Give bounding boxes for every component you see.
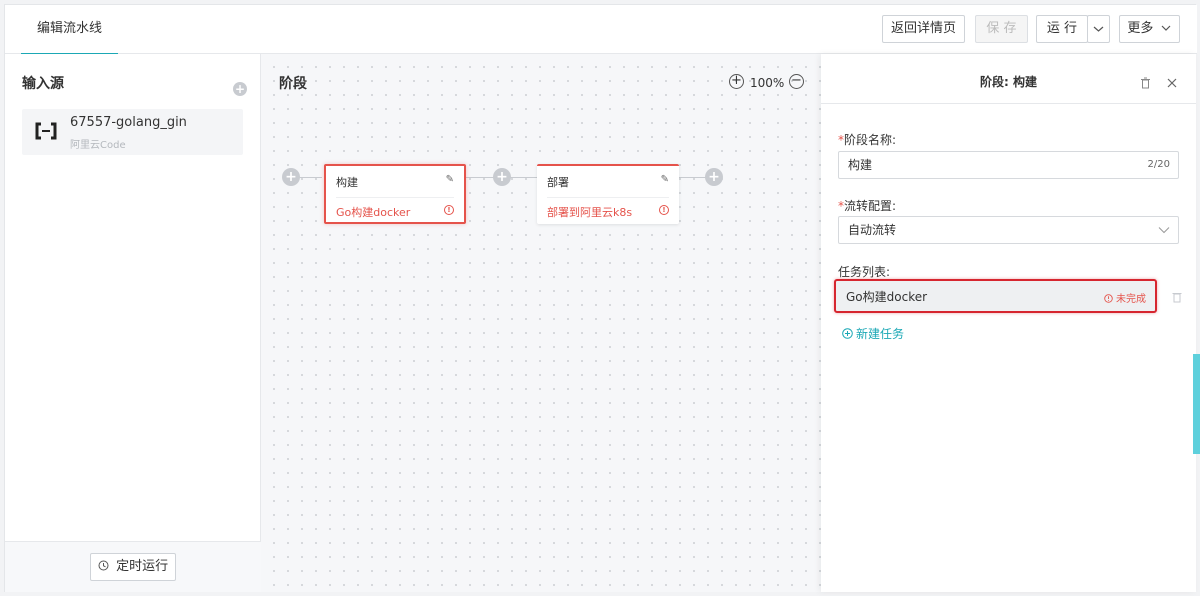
left-panel-footer: 定时运行 [5,541,261,592]
add-stage-icon[interactable]: + [282,168,300,186]
warning-icon: ! [659,205,669,215]
add-circle-icon [842,328,853,339]
task-status: 未完成 [1104,290,1146,305]
source-name: 67557-golang_gin [70,115,187,130]
trash-icon[interactable] [1140,77,1151,89]
edit-icon[interactable]: ✎ [446,174,454,185]
zoom-level: 100% [750,76,785,90]
chevron-down-icon [1158,227,1170,234]
stage-config-panel: 阶段: 构建 *阶段名称: 构建 2/20 *流转配置: 自动流转 任务列表: … [821,54,1196,592]
schedule-run-button[interactable]: 定时运行 [90,553,176,581]
stage-card-build[interactable]: 构建 ✎ Go构建docker ! [324,164,466,224]
schedule-run-label: 定时运行 [116,559,169,574]
add-stage-icon[interactable]: + [705,168,723,186]
source-provider: 阿里云Code [70,140,126,151]
warning-icon [1104,294,1113,303]
chevron-down-icon [1093,26,1104,32]
new-task-label: 新建任务 [856,327,905,341]
zoom-out-icon[interactable]: − [789,74,804,89]
stages-canvas[interactable]: 阶段 + 100% − + + + 构建 ✎ Go构建docker ! 部署 ✎… [261,54,821,592]
more-button[interactable]: 更多 [1119,15,1180,43]
warning-icon: ! [444,205,454,215]
chevron-down-icon [1161,25,1171,31]
edit-icon[interactable]: ✎ [661,174,669,185]
stage-task[interactable]: Go构建docker [336,204,410,220]
input-sources-title: 输入源 [22,76,64,92]
flow-config-value: 自动流转 [848,223,897,237]
stages-title: 阶段 [279,76,307,92]
close-icon[interactable] [1167,78,1177,88]
new-task-button[interactable]: 新建任务 [842,325,904,342]
stage-task[interactable]: 部署到阿里云k8s [547,204,632,220]
panel-header: 阶段: 构建 [821,54,1196,104]
aliyun-logo-icon [35,122,57,140]
back-to-details-button[interactable]: 返回详情页 [882,15,965,43]
task-name: Go构建docker [846,290,928,304]
delete-task-icon[interactable] [1172,291,1182,303]
run-options-dropdown[interactable] [1087,15,1110,43]
char-count: 2/20 [1147,159,1170,170]
add-stage-icon[interactable]: + [493,168,511,186]
connector-line [675,177,706,178]
flow-config-select[interactable]: 自动流转 [838,216,1179,244]
stage-name: 部署 [547,176,569,189]
stage-name-value: 构建 [848,158,873,172]
run-button[interactable]: 运 行 [1036,15,1088,43]
side-feedback-tab[interactable] [1193,354,1200,454]
stage-card-deploy[interactable]: 部署 ✎ 部署到阿里云k8s ! [537,164,679,224]
stage-name-field[interactable]: 构建 2/20 [838,151,1179,179]
source-card[interactable]: 67557-golang_gin 阿里云Code [22,109,243,155]
stage-name: 构建 [336,176,358,189]
input-sources-panel: 输入源 + 67557-golang_gin 阿里云Code 定时运行 [5,54,261,592]
task-item[interactable]: Go构建docker 未完成 [834,279,1157,313]
top-bar: 编辑流水线 返回详情页 保 存 运 行 更多 [5,5,1197,55]
save-button[interactable]: 保 存 [975,15,1028,43]
divider [547,197,669,198]
pipeline-editor: 编辑流水线 返回详情页 保 存 运 行 更多 输入源 + 67557-golan… [4,4,1197,592]
divider [336,197,454,198]
more-label: 更多 [1127,21,1154,36]
stage-name-label: *阶段名称: [838,133,897,147]
tab-edit-pipeline[interactable]: 编辑流水线 [21,5,118,55]
add-source-icon[interactable]: + [233,82,247,96]
task-list-label: 任务列表: [838,265,891,279]
flow-config-label: *流转配置: [838,199,897,213]
zoom-in-icon[interactable]: + [729,74,744,89]
clock-icon [98,560,109,571]
